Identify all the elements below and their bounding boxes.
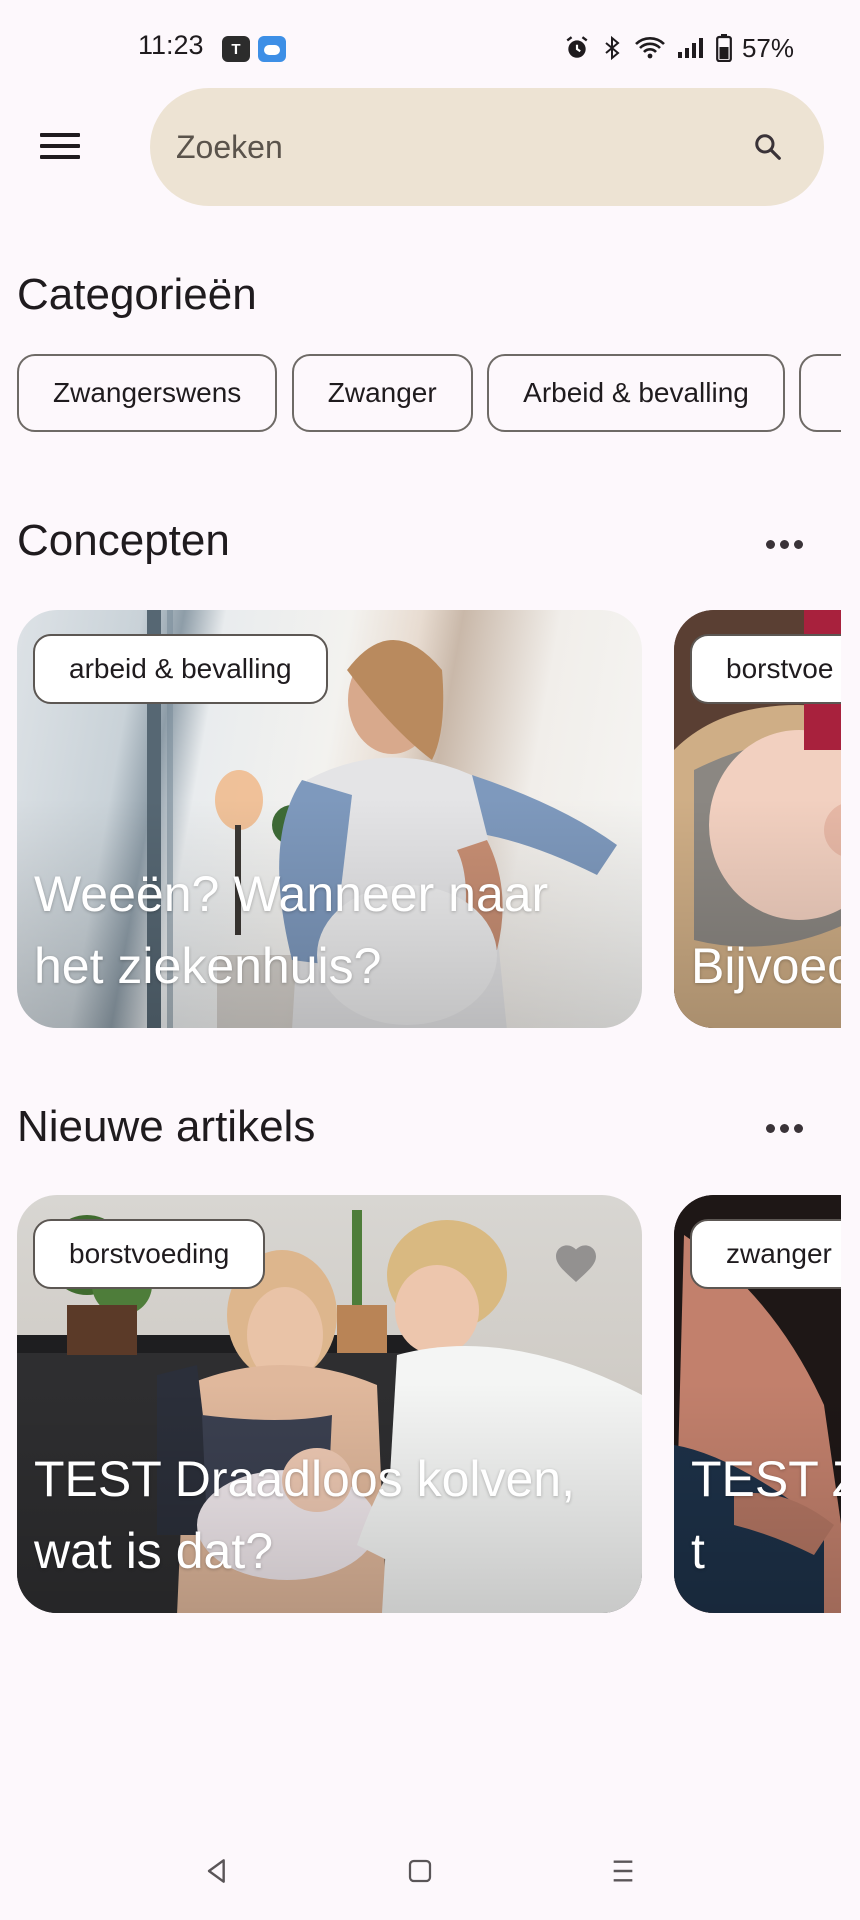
chip-arbeid-bevalling[interactable]: Arbeid & bevalling — [487, 354, 785, 432]
chip-partial[interactable] — [799, 354, 841, 432]
wifi-icon — [635, 37, 665, 59]
more-dot — [779, 539, 789, 549]
battery-percentage: 57% — [741, 32, 794, 63]
articles-title: Nieuwe artikels — [17, 1102, 316, 1151]
home-icon[interactable] — [395, 1846, 445, 1896]
search-icon[interactable] — [748, 127, 788, 167]
heart-icon[interactable] — [552, 1239, 600, 1283]
weather-icon — [258, 36, 286, 62]
category-chips: Zwangerswens Zwanger Arbeid & bevalling — [17, 354, 841, 434]
chip-zwanger[interactable]: Zwanger — [291, 354, 473, 432]
article-card[interactable]: borstvoeding TEST Draadloos kolven, wat … — [17, 1195, 642, 1613]
search-input[interactable] — [176, 128, 748, 166]
card-title: TEST Draadloos kolven, wat is dat? — [34, 1451, 575, 1579]
more-dot — [793, 539, 803, 549]
signal-icon — [677, 38, 703, 58]
battery-icon — [716, 34, 732, 62]
card-tag: zwanger — [690, 1219, 841, 1289]
bluetooth-icon — [605, 35, 620, 61]
card-tag: arbeid & bevalling — [33, 634, 328, 704]
alarm-icon — [566, 36, 588, 58]
card-title: Bijvoec — [691, 938, 841, 994]
more-dot — [765, 539, 775, 549]
concept-card[interactable]: borstvoe Bijvoec — [674, 610, 841, 1028]
system-nav-bar — [0, 1824, 860, 1920]
status-bar: 11:23 T 57% — [0, 0, 860, 96]
back-icon[interactable] — [192, 1846, 242, 1896]
concept-card[interactable]: arbeid & bevalling Weeën? Wanneer naar h… — [17, 610, 642, 1028]
chip-zwangerswens[interactable]: Zwangerswens — [17, 354, 278, 432]
recents-icon[interactable] — [598, 1846, 648, 1896]
card-tag: borstvoe — [690, 634, 841, 704]
articles-carousel: borstvoeding TEST Draadloos kolven, wat … — [17, 1195, 841, 1613]
concepts-carousel: arbeid & bevalling Weeën? Wanneer naar h… — [17, 610, 841, 1028]
articles-more-button[interactable] — [756, 1100, 812, 1156]
article-card[interactable]: zwanger TEST Z van A t — [674, 1195, 841, 1613]
more-dot — [765, 1123, 775, 1133]
search-bar[interactable] — [150, 88, 824, 206]
hamburger-menu-icon — [40, 133, 80, 159]
concepts-title: Concepten — [17, 516, 230, 565]
card-tag: borstvoeding — [33, 1219, 266, 1289]
status-indicators: 57% — [564, 30, 794, 66]
card-title: Weeën? Wanneer naar het ziekenhuis? — [34, 866, 549, 994]
teams-icon: T — [222, 36, 250, 62]
categories-title: Categorieën — [17, 270, 257, 319]
more-dot — [793, 1123, 803, 1133]
menu-button[interactable] — [28, 114, 92, 178]
more-dot — [779, 1123, 789, 1133]
concepts-more-button[interactable] — [756, 516, 812, 572]
status-time: 11:23 — [138, 30, 204, 60]
card-title: TEST Z van A t — [691, 1451, 841, 1579]
